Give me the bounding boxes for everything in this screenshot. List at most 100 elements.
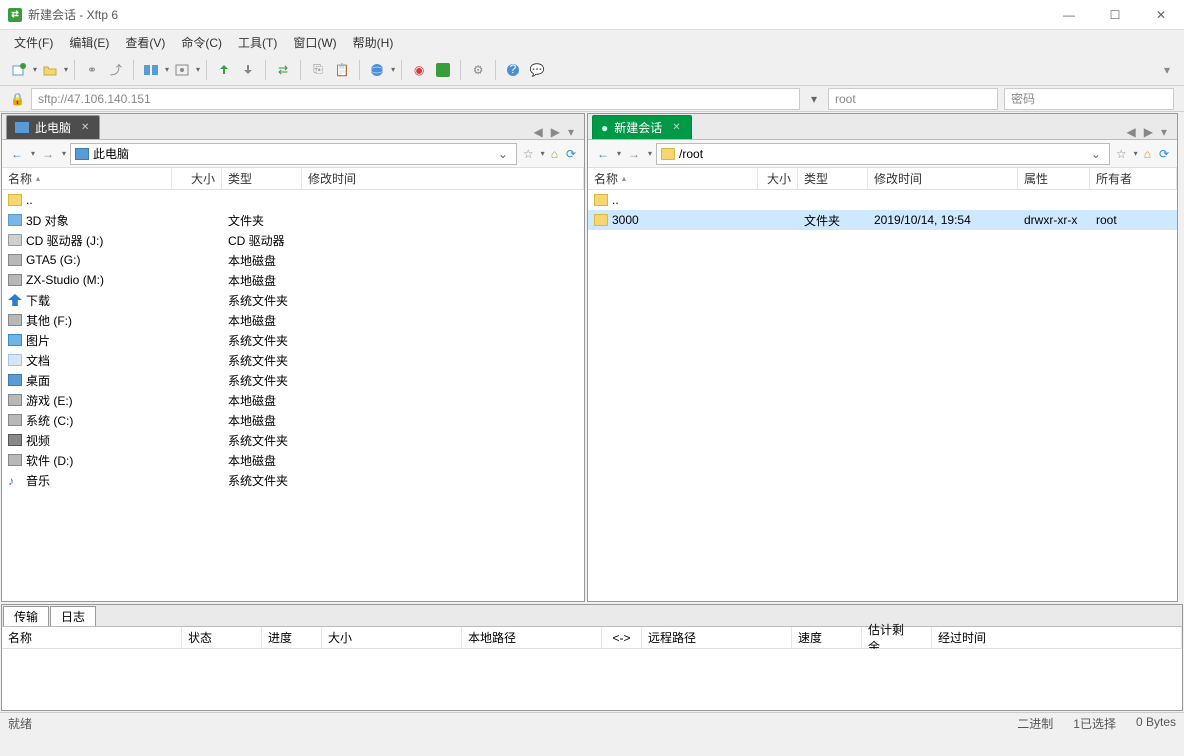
file-row[interactable]: 桌面系统文件夹: [2, 370, 584, 390]
tcol-direction[interactable]: <->: [602, 627, 642, 648]
new-session-icon[interactable]: [8, 59, 30, 81]
file-row[interactable]: 其他 (F:)本地磁盘: [2, 310, 584, 330]
tcol-name[interactable]: 名称: [2, 627, 182, 648]
tab-log[interactable]: 日志: [50, 606, 96, 626]
path-dropdown-icon[interactable]: ⌄: [1087, 147, 1105, 161]
file-row[interactable]: 3000文件夹2019/10/14, 19:54drwxr-xr-xroot: [588, 210, 1177, 230]
menu-window[interactable]: 窗口(W): [287, 32, 342, 53]
tab-close-icon[interactable]: ✕: [672, 122, 680, 133]
copy-icon[interactable]: ⎘: [307, 59, 329, 81]
col-size[interactable]: 大小: [758, 168, 798, 189]
xshell-icon[interactable]: [432, 59, 454, 81]
file-row[interactable]: 下载系统文件夹: [2, 290, 584, 310]
file-row[interactable]: 视频系统文件夹: [2, 430, 584, 450]
download-icon[interactable]: [237, 59, 259, 81]
file-row[interactable]: ♪音乐系统文件夹: [2, 470, 584, 490]
remote-file-list: 名称▴ 大小 类型 修改时间 属性 所有者 ..3000文件夹2019/10/1…: [588, 168, 1177, 601]
menu-help[interactable]: 帮助(H): [347, 32, 400, 53]
password-input[interactable]: 密码: [1004, 88, 1174, 110]
col-owner[interactable]: 所有者: [1090, 168, 1177, 189]
col-mtime[interactable]: 修改时间: [302, 168, 584, 189]
app-icon: ⇄: [8, 8, 22, 22]
link-icon[interactable]: ⚭: [81, 59, 103, 81]
transfer-pane: 传输 日志 名称 状态 进度 大小 本地路径 <-> 远程路径 速度 估计剩余……: [1, 604, 1183, 711]
star-icon[interactable]: ☆: [1114, 147, 1129, 161]
col-size[interactable]: 大小: [172, 168, 222, 189]
forward-icon[interactable]: →: [625, 145, 643, 163]
star-icon[interactable]: ☆: [521, 147, 536, 161]
file-row[interactable]: CD 驱动器 (J:)CD 驱动器: [2, 230, 584, 250]
address-dropdown[interactable]: ▾: [806, 92, 822, 106]
sync-icon[interactable]: ⇄: [272, 59, 294, 81]
menu-edit[interactable]: 编辑(E): [63, 32, 115, 53]
layout-icon[interactable]: [171, 59, 193, 81]
username-input[interactable]: root: [828, 88, 998, 110]
menu-tools[interactable]: 工具(T): [232, 32, 283, 53]
tab-menu-icon[interactable]: ▾: [568, 125, 574, 139]
file-row[interactable]: 系统 (C:)本地磁盘: [2, 410, 584, 430]
col-type[interactable]: 类型: [798, 168, 868, 189]
file-row[interactable]: ZX-Studio (M:)本地磁盘: [2, 270, 584, 290]
refresh-icon[interactable]: ⟳: [564, 147, 578, 161]
file-row[interactable]: ..: [2, 190, 584, 210]
paste-icon[interactable]: 📋: [331, 59, 353, 81]
menu-view[interactable]: 查看(V): [119, 32, 171, 53]
swirl-icon[interactable]: ◉: [408, 59, 430, 81]
share-icon[interactable]: ⤴: [105, 59, 127, 81]
close-button[interactable]: ✕: [1138, 0, 1184, 30]
refresh-icon[interactable]: ⟳: [1157, 147, 1171, 161]
minimize-button[interactable]: —: [1046, 0, 1092, 30]
back-icon[interactable]: ←: [594, 145, 612, 163]
col-mtime[interactable]: 修改时间: [868, 168, 1018, 189]
col-type[interactable]: 类型: [222, 168, 302, 189]
tcol-speed[interactable]: 速度: [792, 627, 862, 648]
home-icon[interactable]: ⌂: [549, 147, 560, 161]
col-name[interactable]: 名称▴: [588, 168, 758, 189]
path-dropdown-icon[interactable]: ⌄: [494, 147, 512, 161]
file-row[interactable]: 游戏 (E:)本地磁盘: [2, 390, 584, 410]
tab-transfer[interactable]: 传输: [3, 606, 49, 626]
forward-icon[interactable]: →: [39, 145, 57, 163]
tab-menu-icon[interactable]: ▾: [1161, 125, 1167, 139]
file-row[interactable]: 3D 对象文件夹: [2, 210, 584, 230]
tab-close-icon[interactable]: ✕: [81, 122, 89, 133]
menu-file[interactable]: 文件(F): [8, 32, 59, 53]
home-icon[interactable]: ⌂: [1142, 147, 1153, 161]
chat-icon[interactable]: 💬: [526, 59, 548, 81]
file-row[interactable]: 图片系统文件夹: [2, 330, 584, 350]
tab-next-icon[interactable]: ▶: [551, 125, 560, 139]
tcol-remain[interactable]: 估计剩余…: [862, 627, 932, 648]
tab-prev-icon[interactable]: ◀: [534, 125, 543, 139]
globe-icon[interactable]: [366, 59, 388, 81]
toolbar-overflow[interactable]: ▾: [1158, 63, 1176, 77]
tcol-elapsed[interactable]: 经过时间: [932, 627, 1182, 648]
local-pane: 此电脑 ✕ ◀ ▶ ▾ ←▾ →▾ 此电脑 ⌄ ☆▾ ⌂ ⟳ 名称▴: [1, 113, 585, 602]
tab-prev-icon[interactable]: ◀: [1127, 125, 1136, 139]
settings-icon[interactable]: ⚙: [467, 59, 489, 81]
back-icon[interactable]: ←: [8, 145, 26, 163]
tab-next-icon[interactable]: ▶: [1144, 125, 1153, 139]
local-tab[interactable]: 此电脑 ✕: [6, 115, 100, 139]
tcol-progress[interactable]: 进度: [262, 627, 322, 648]
local-path-input[interactable]: 此电脑 ⌄: [70, 143, 517, 165]
file-row[interactable]: ..: [588, 190, 1177, 210]
file-row[interactable]: GTA5 (G:)本地磁盘: [2, 250, 584, 270]
tcol-status[interactable]: 状态: [182, 627, 262, 648]
menu-command[interactable]: 命令(C): [175, 32, 228, 53]
file-row[interactable]: 文档系统文件夹: [2, 350, 584, 370]
remote-path-input[interactable]: /root ⌄: [656, 143, 1110, 165]
col-attrs[interactable]: 属性: [1018, 168, 1090, 189]
address-input[interactable]: sftp://47.106.140.151: [31, 88, 800, 110]
tcol-remotepath[interactable]: 远程路径: [642, 627, 792, 648]
maximize-button[interactable]: ☐: [1092, 0, 1138, 30]
remote-tab[interactable]: ● 新建会话 ✕: [592, 115, 692, 139]
panes-icon[interactable]: [140, 59, 162, 81]
file-row[interactable]: 软件 (D:)本地磁盘: [2, 450, 584, 470]
help-icon[interactable]: ?: [502, 59, 524, 81]
tcol-localpath[interactable]: 本地路径: [462, 627, 602, 648]
tcol-size[interactable]: 大小: [322, 627, 462, 648]
local-tab-strip: 此电脑 ✕ ◀ ▶ ▾: [2, 114, 584, 140]
col-name[interactable]: 名称▴: [2, 168, 172, 189]
upload-icon[interactable]: [213, 59, 235, 81]
open-folder-icon[interactable]: [39, 59, 61, 81]
